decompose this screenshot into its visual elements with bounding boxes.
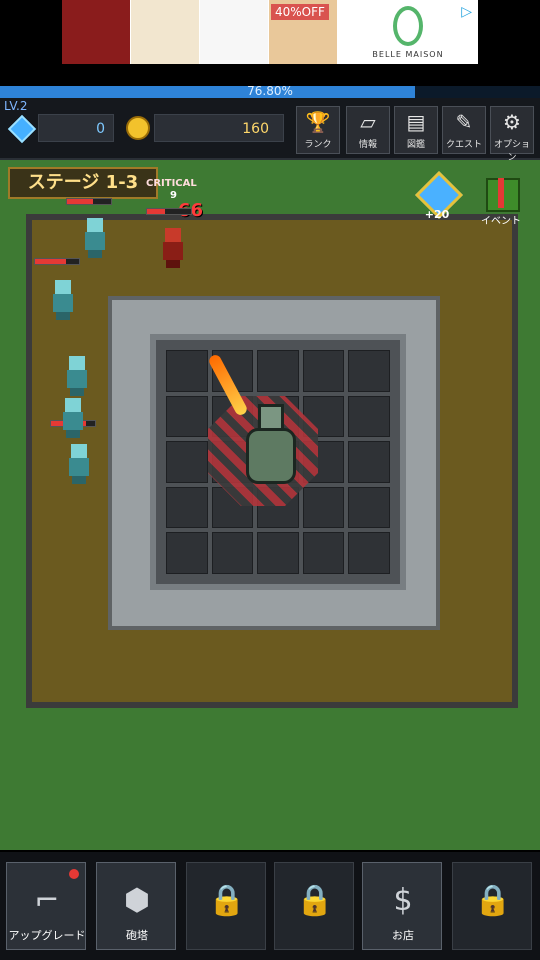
slot-label: アップグレード — [8, 929, 86, 942]
ad-banner[interactable]: 40%OFF BELLE MAISON ▷ — [62, 0, 478, 64]
brand-logo-icon — [393, 5, 423, 46]
trophy-icon: 🏆 — [305, 110, 331, 134]
turret[interactable] — [246, 428, 296, 484]
locked-slot[interactable]: 🔒 — [452, 862, 532, 950]
player-level: LV.2 — [4, 99, 28, 113]
ad-brand-name: BELLE MAISON — [372, 49, 444, 59]
menu-quest-button[interactable]: ✎ クエスト — [442, 106, 486, 154]
enemy-hp-bar — [66, 198, 112, 205]
zombie-enemy — [48, 280, 78, 320]
menu-info-button[interactable]: ▱ 情報 — [346, 106, 390, 154]
event-label: イベント — [481, 216, 521, 227]
event-button[interactable]: イベント — [476, 172, 526, 227]
zombie-enemy — [58, 398, 88, 438]
turret-icon: ⬢ — [123, 883, 151, 918]
slot-label: 砲塔 — [126, 929, 148, 942]
critical-small-number: 9 — [170, 190, 177, 201]
upgrade-button[interactable]: ⌐ アップグレード — [6, 862, 86, 950]
ad-brand: BELLE MAISON — [338, 0, 478, 64]
upgrade-icon: ⌐ — [34, 883, 60, 918]
ad-discount-badge: 40%OFF — [271, 4, 329, 20]
menu-encyclopedia-button[interactable]: ▤ 図鑑 — [394, 106, 438, 154]
locked-slot[interactable]: 🔒 — [186, 862, 266, 950]
critical-text: CRITICAL — [146, 178, 197, 189]
gem-bonus-button[interactable]: +20 — [414, 170, 464, 222]
ad-choices-icon[interactable]: ▷ — [461, 4, 472, 20]
enemy-hp-bar — [146, 208, 192, 215]
gear-icon: ⚙ — [503, 110, 521, 134]
gift-ribbon — [498, 178, 504, 208]
zombie-enemy — [62, 356, 92, 396]
gem-icon — [7, 114, 37, 144]
coin-icon — [126, 116, 150, 140]
ad-image-1 — [62, 0, 130, 64]
turret-button[interactable]: ⬢ 砲塔 — [96, 862, 176, 950]
coin-counter: 160 — [154, 114, 284, 142]
zombie-enemy — [80, 218, 110, 258]
lock-icon: 🔒 — [208, 883, 246, 918]
menu-rank-button[interactable]: 🏆 ランク — [296, 106, 340, 154]
slot-label: お店 — [392, 929, 414, 942]
ad-image-4: 40%OFF — [269, 0, 337, 64]
lock-icon: 🔒 — [474, 883, 512, 918]
menu-option-button[interactable]: ⚙ オプション — [490, 106, 534, 163]
bunker — [108, 296, 440, 630]
money-bag-icon: $ — [393, 883, 413, 918]
ad-image-3 — [200, 0, 268, 64]
gem-bonus-label: +20 — [424, 208, 450, 221]
zombie-enemy-hit — [158, 228, 188, 268]
menu-label: ランク — [304, 140, 332, 150]
locked-slot[interactable]: 🔒 — [274, 862, 354, 950]
xp-percent: 76.80% — [247, 84, 293, 98]
menu-label: 情報 — [358, 140, 377, 150]
top-bar: LV.2 0 160 🏆 ランク ▱ 情報 ▤ 図鑑 ✎ クエスト ⚙ オプショ… — [0, 98, 540, 163]
menu-label: 図鑑 — [406, 140, 425, 150]
scroll-icon: ✎ — [455, 110, 473, 134]
ad-image-2 — [131, 0, 199, 64]
xp-bar: 76.80% — [0, 84, 540, 98]
album-icon: ▤ — [406, 110, 426, 134]
book-icon: ▱ — [360, 110, 376, 134]
gem-counter: 0 — [38, 114, 114, 142]
stage-label: ステージ 1-3 — [8, 167, 158, 199]
enemy-hp-bar — [34, 258, 80, 265]
menu-label: クエスト — [445, 140, 482, 150]
zombie-enemy — [64, 444, 94, 484]
shop-button[interactable]: $ お店 — [362, 862, 442, 950]
bottom-bar: ⌐ アップグレード ⬢ 砲塔 🔒 🔒 $ お店 🔒 — [0, 852, 540, 960]
notification-dot — [69, 869, 79, 879]
lock-icon: 🔒 — [296, 883, 334, 918]
